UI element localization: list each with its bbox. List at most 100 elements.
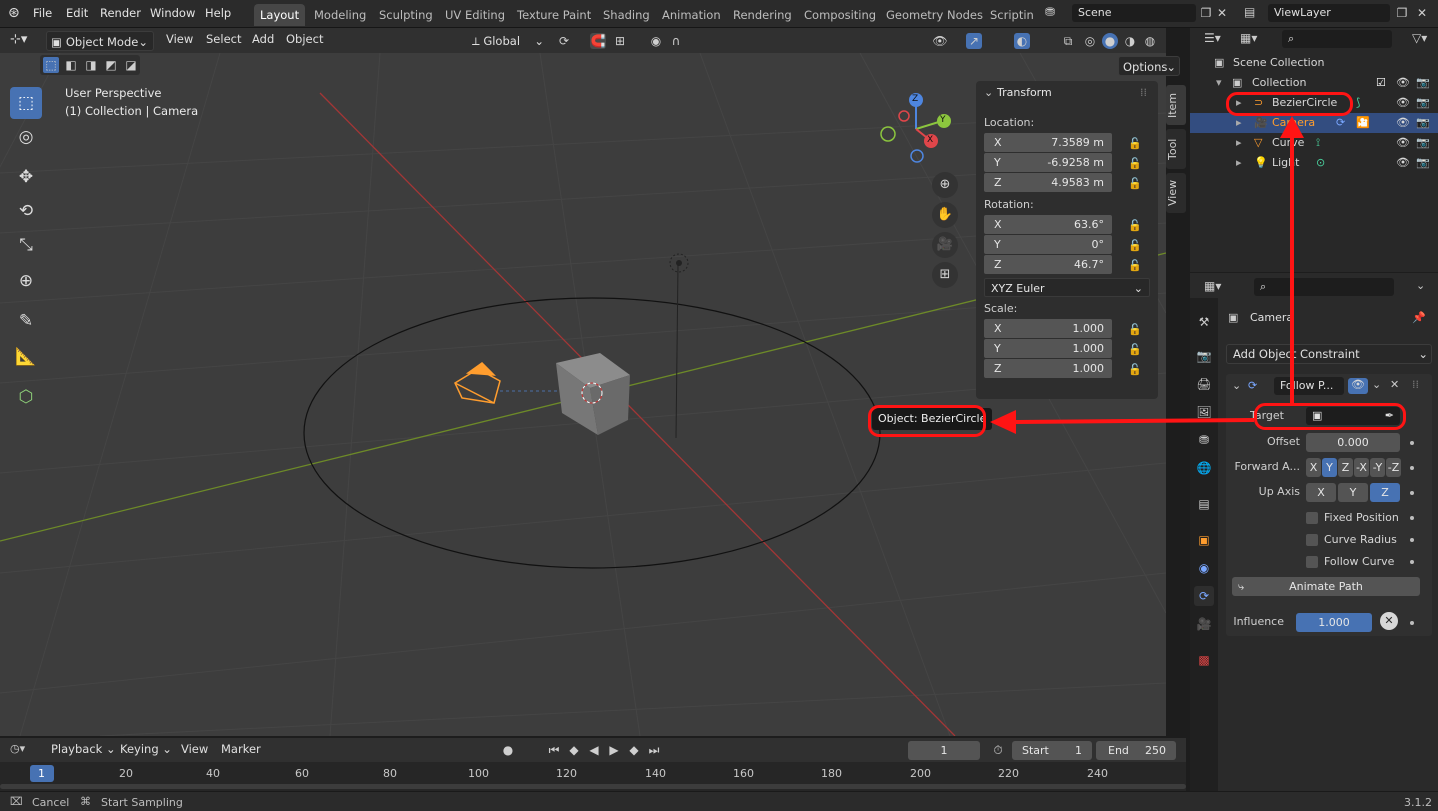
wireframe-shading-icon[interactable]: ◎ xyxy=(1082,33,1098,49)
lock-icon[interactable]: 🔓 xyxy=(1128,137,1142,151)
timeline[interactable]: 1 20 40 60 80 100 120 140 160 180 200 22… xyxy=(0,762,1186,791)
navigation-gizmo[interactable]: Z Y X xyxy=(876,91,956,167)
editor-type-icon[interactable]: ⊹▾ xyxy=(10,32,27,47)
eye-icon[interactable]: 👁 xyxy=(1396,93,1410,113)
scene-icon[interactable]: ⛃ xyxy=(1045,5,1055,19)
gizmo-toggle-icon[interactable]: ↗ xyxy=(966,33,982,49)
visibility-icon[interactable]: 👁 xyxy=(932,33,948,49)
prev-keyframe-icon[interactable]: ◆ xyxy=(566,742,582,758)
display-mode-icon[interactable]: ▦▾ xyxy=(1240,31,1257,45)
start-frame-field[interactable]: Start 1 xyxy=(1012,741,1092,760)
output-tab-icon[interactable]: 🖨 xyxy=(1194,374,1214,394)
keyframe-dot-icon[interactable] xyxy=(1410,560,1414,564)
pivot-icon[interactable]: ⟳ xyxy=(556,33,572,49)
next-keyframe-icon[interactable]: ◆ xyxy=(626,742,642,758)
lock-icon[interactable]: 🔓 xyxy=(1128,219,1142,233)
tab-compositing[interactable]: Compositing xyxy=(798,4,882,26)
ortho-grid-icon[interactable]: ⊞ xyxy=(932,262,958,288)
lock-icon[interactable]: 🔓 xyxy=(1128,343,1142,357)
eye-icon[interactable]: 👁 xyxy=(1396,113,1410,133)
forward-axis-y[interactable]: Y xyxy=(1322,458,1337,477)
rotation-z-field[interactable]: Z 46.7° xyxy=(984,255,1112,274)
options-dropdown[interactable]: Options ⌄ xyxy=(1118,56,1180,76)
material-shading-icon[interactable]: ◑ xyxy=(1122,33,1138,49)
rotation-y-field[interactable]: Y 0° xyxy=(984,235,1112,254)
tab-geometry-nodes[interactable]: Geometry Nodes xyxy=(880,4,989,26)
fixed-position-checkbox[interactable] xyxy=(1306,512,1318,524)
follow-curve-checkbox[interactable] xyxy=(1306,556,1318,568)
transform-orientation-dropdown[interactable]: ⟂ Global ⌄ xyxy=(468,31,546,51)
collapse-icon[interactable]: ⌄ xyxy=(1232,379,1241,392)
expand-arrow-icon[interactable]: ▸ xyxy=(1236,133,1242,153)
transform-title[interactable]: Transform xyxy=(997,86,1052,99)
checkbox-icon[interactable]: ☑ xyxy=(1376,73,1386,93)
select-intersect-icon[interactable]: ◪ xyxy=(123,57,139,73)
bezier-circle[interactable] xyxy=(303,297,881,569)
tab-animation[interactable]: Animation xyxy=(656,4,727,26)
record-icon[interactable]: ● xyxy=(500,742,516,758)
tab-uv-editing[interactable]: UV Editing xyxy=(439,4,511,26)
forward-axis-z[interactable]: Z xyxy=(1338,458,1353,477)
keyframe-dot-icon[interactable] xyxy=(1410,466,1414,470)
collection-tab-icon[interactable]: ▤ xyxy=(1194,494,1214,514)
measure-tool-icon[interactable]: 📐 xyxy=(10,341,42,373)
constraint-eye-icon[interactable]: 👁 xyxy=(1348,378,1368,394)
collapse-icon[interactable]: ⌄ xyxy=(984,86,993,99)
drag-handle-icon[interactable]: ⁞⁞ xyxy=(1412,378,1419,391)
data-tab-icon[interactable]: 🎥 xyxy=(1194,614,1214,634)
falloff-icon[interactable]: ∩ xyxy=(668,33,684,49)
blender-logo-icon[interactable]: ⊛ xyxy=(8,5,24,21)
scale-x-field[interactable]: X 1.000 xyxy=(984,319,1112,338)
view-layer-field[interactable]: ViewLayer xyxy=(1268,4,1390,22)
outliner-editor-icon[interactable]: ☰▾ xyxy=(1204,31,1221,45)
rotate-tool-icon[interactable]: ⟲ xyxy=(10,195,42,227)
copy-scene-icon[interactable]: ❐ xyxy=(1198,5,1214,21)
tab-texture-paint[interactable]: Texture Paint xyxy=(511,4,597,26)
keyframe-dot-icon[interactable] xyxy=(1410,538,1414,542)
menu-select[interactable]: Select xyxy=(206,32,241,46)
eye-icon[interactable]: 👁 xyxy=(1396,153,1410,173)
filter-icon[interactable]: ▽▾ xyxy=(1412,31,1427,45)
menu-timeline-view[interactable]: View xyxy=(181,742,208,756)
menu-window[interactable]: Window xyxy=(150,6,195,20)
eye-icon[interactable]: 👁 xyxy=(1396,73,1410,93)
outliner-search-input[interactable]: ⌕ xyxy=(1282,30,1392,48)
lock-icon[interactable]: 🔓 xyxy=(1128,259,1142,273)
tab-item[interactable]: Item xyxy=(1166,85,1186,125)
play-reverse-icon[interactable]: ◀ xyxy=(586,742,602,758)
offset-field[interactable]: 0.000 xyxy=(1306,433,1400,452)
camera-render-icon[interactable]: 📷 xyxy=(1416,113,1430,133)
properties-search-input[interactable]: ⌕ xyxy=(1254,278,1394,296)
curve-radius-checkbox[interactable] xyxy=(1306,534,1318,546)
forward-axis-neg-y[interactable]: -Y xyxy=(1370,458,1385,477)
close-view-layer-icon[interactable]: ✕ xyxy=(1414,5,1430,21)
camera-render-icon[interactable]: 📷 xyxy=(1416,93,1430,113)
xray-icon[interactable]: ⧉ xyxy=(1060,33,1076,49)
up-axis-x[interactable]: X xyxy=(1306,483,1336,502)
menu-help[interactable]: Help xyxy=(205,6,231,20)
menu-object[interactable]: Object xyxy=(286,32,323,46)
tab-modeling[interactable]: Modeling xyxy=(308,4,372,26)
rotation-x-field[interactable]: X 63.6° xyxy=(984,215,1112,234)
outliner-item-curve[interactable]: ▸ ▽ Curve ⟟ 👁 📷 xyxy=(1190,133,1438,153)
texture-tab-icon[interactable]: ▩ xyxy=(1194,650,1214,670)
camera-render-icon[interactable]: 📷 xyxy=(1416,73,1430,93)
add-constraint-dropdown[interactable]: Add Object Constraint ⌄ xyxy=(1226,344,1432,364)
constraint-tab-icon[interactable]: ⟳ xyxy=(1194,586,1214,606)
chevron-down-icon[interactable]: ⌄ xyxy=(1416,279,1425,292)
collection-row[interactable]: ▾ ▣ Collection ☑ 👁 📷 xyxy=(1190,73,1438,93)
forward-axis-neg-x[interactable]: -X xyxy=(1354,458,1369,477)
constraint-name-field[interactable]: Follow P... xyxy=(1274,377,1344,395)
add-cube-tool-icon[interactable]: ⬡ xyxy=(10,381,42,413)
cube-object[interactable] xyxy=(556,353,630,435)
scene-collection-row[interactable]: ▣ Scene Collection xyxy=(1190,53,1438,73)
zoom-icon[interactable]: ⊕ xyxy=(932,172,958,198)
outliner-item-camera[interactable]: ▸ 🎥 Camera ⟳ 🎦 👁 📷 xyxy=(1190,113,1438,133)
camera-render-icon[interactable]: 📷 xyxy=(1416,133,1430,153)
keyframe-dot-icon[interactable] xyxy=(1410,621,1414,625)
properties-editor-icon[interactable]: ▦▾ xyxy=(1204,279,1221,293)
jump-end-icon[interactable]: ⏭ xyxy=(646,742,662,758)
keyframe-dot-icon[interactable] xyxy=(1410,441,1414,445)
menu-file[interactable]: File xyxy=(33,6,52,20)
tab-tool[interactable]: Tool xyxy=(1166,129,1186,169)
